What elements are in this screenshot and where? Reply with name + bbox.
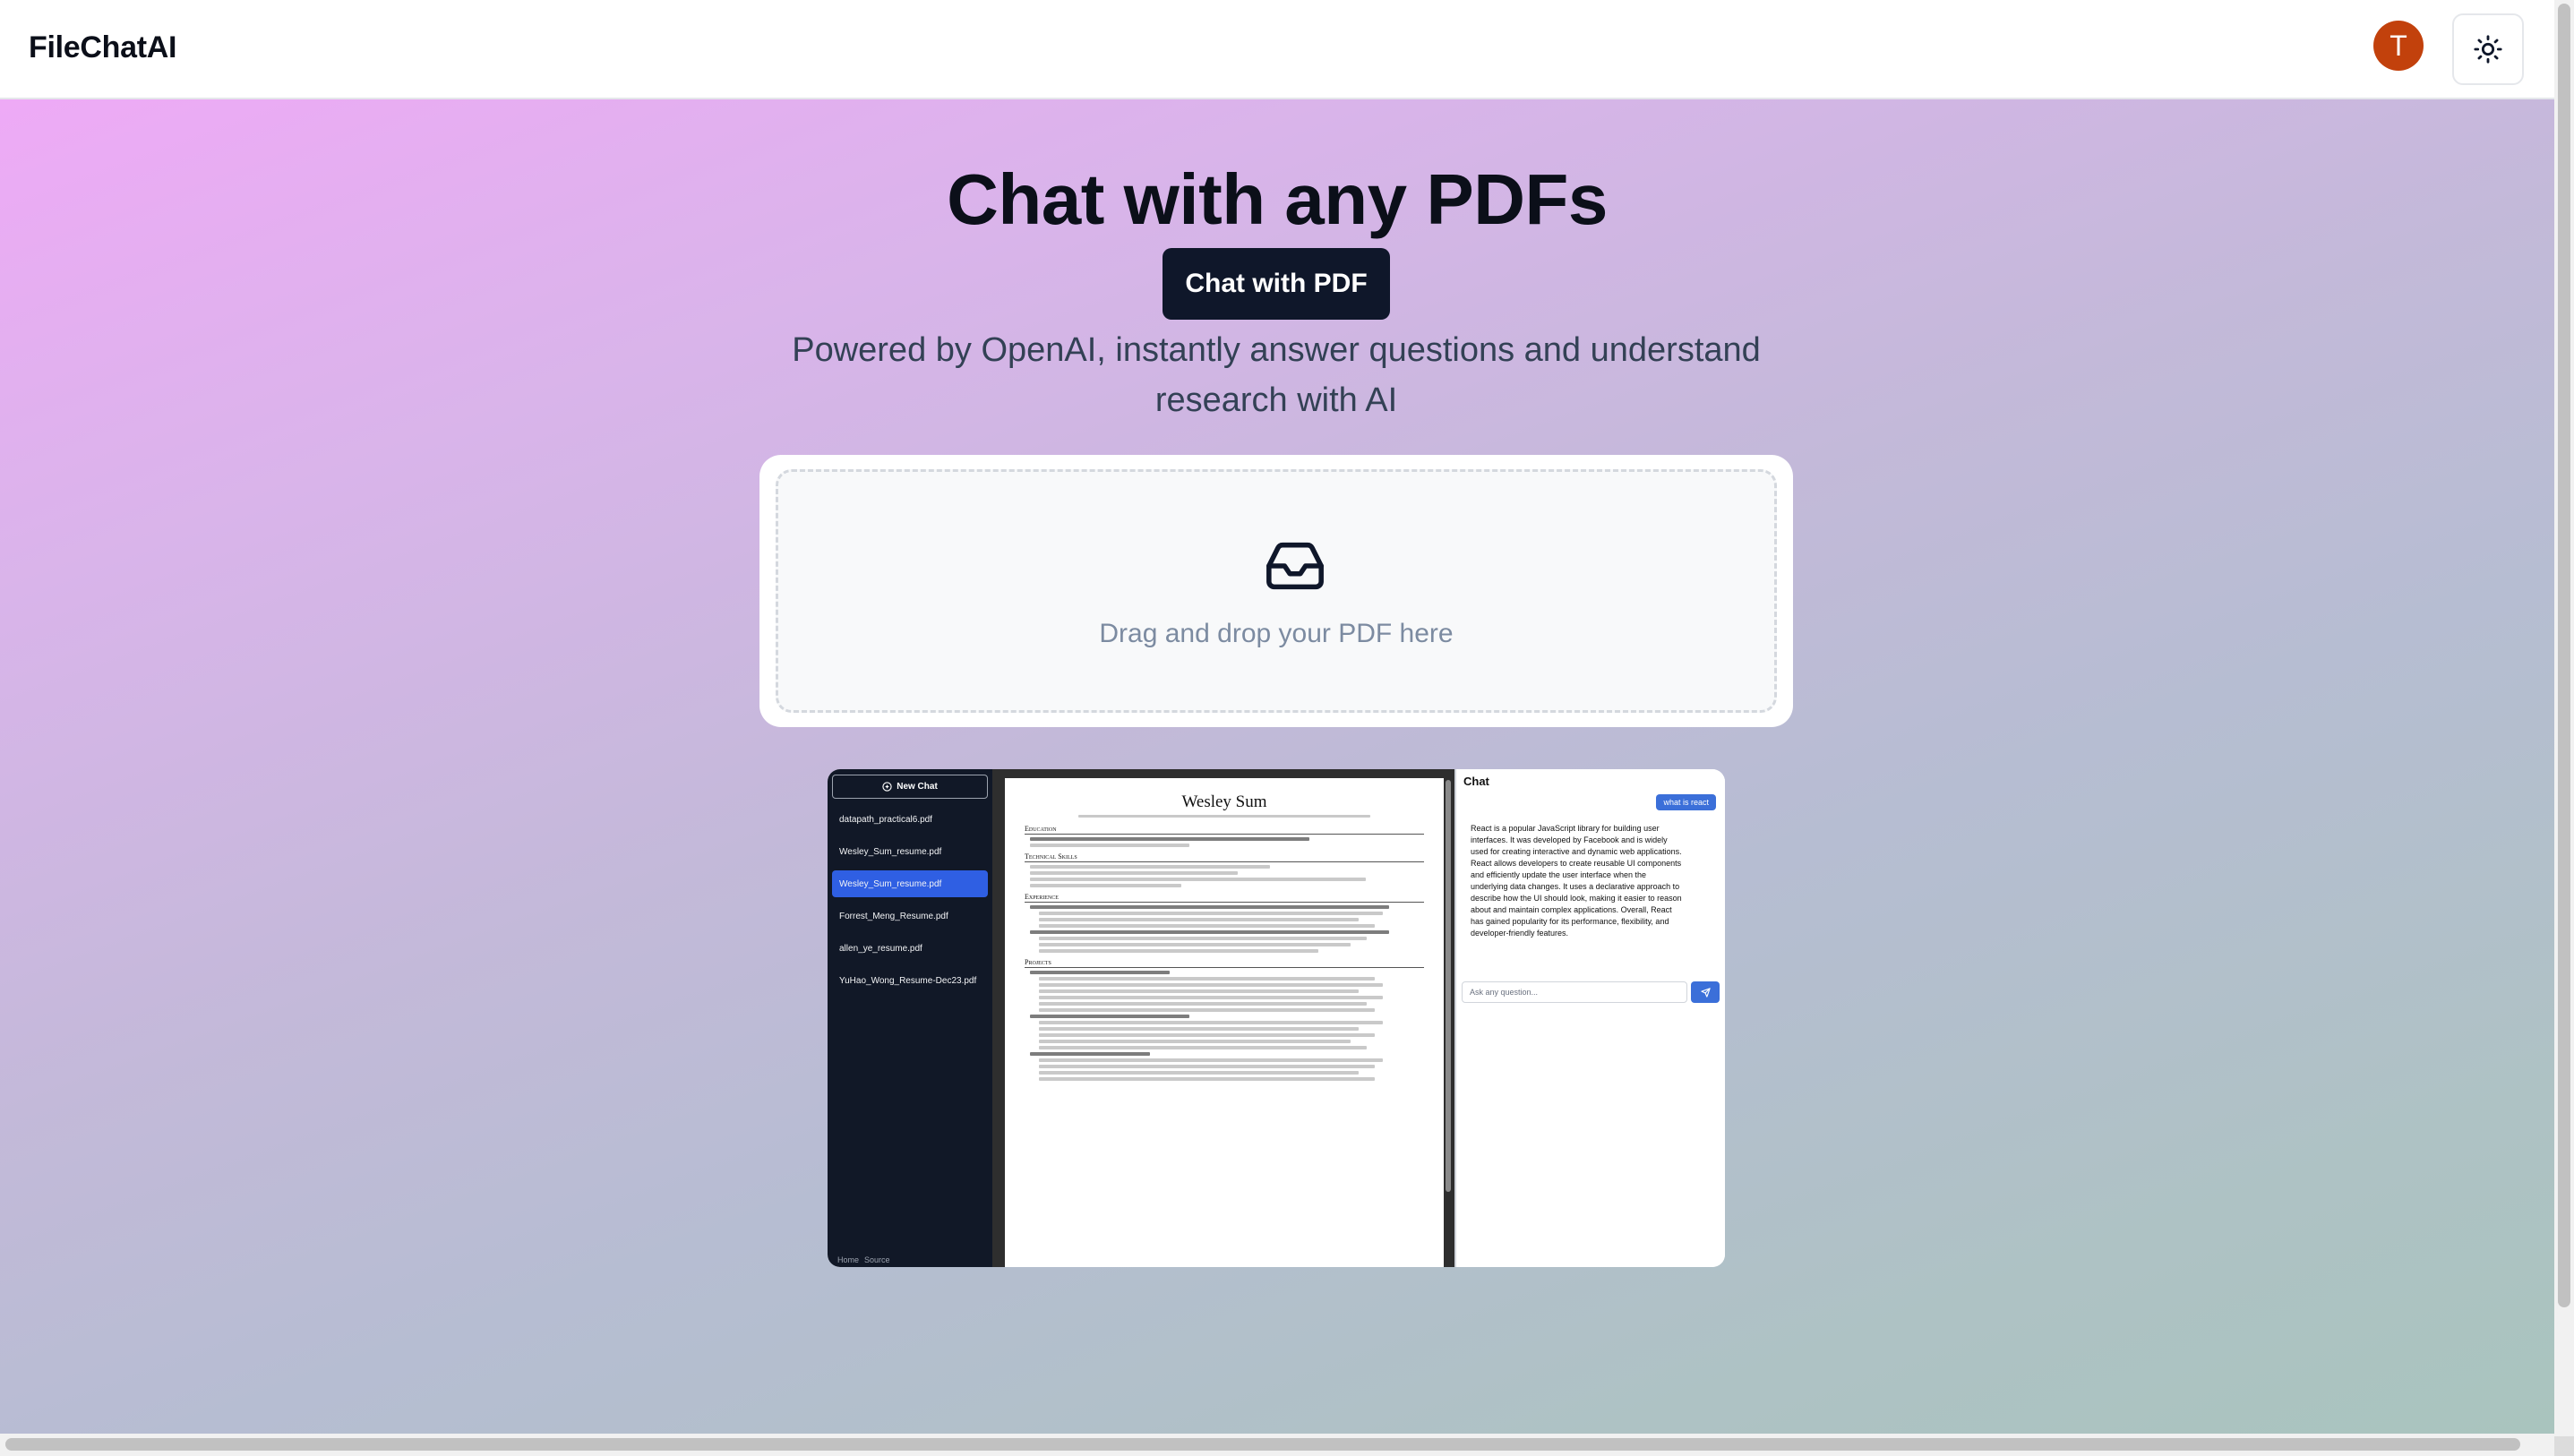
preview-file-item: Wesley_Sum_resume.pdf [839,846,942,857]
horizontal-scrollbar-thumb[interactable] [5,1438,2520,1451]
hero-section: Chat with any PDFs Chat with PDF Powered… [0,99,2554,1434]
preview-text-line [1039,918,1359,921]
send-icon [1700,987,1711,998]
preview-text-line [1039,1008,1375,1012]
preview-pdf-page: Wesley Sum Education Technical Skills Ex… [1005,778,1444,1267]
brand-logo[interactable]: FileChatAI [29,30,176,65]
preview-text-line [1039,1077,1375,1081]
preview-text-line [1039,1021,1383,1024]
preview-resume-section: Projects [1025,958,1424,968]
preview-assistant-message: React is a popular JavaScript library fo… [1471,824,1682,938]
preview-text-line [1039,1065,1375,1068]
preview-text-line [1039,912,1383,915]
inbox-icon [1266,542,1324,590]
preview-text-line [1030,837,1310,841]
preview-text-line [1039,996,1383,999]
preview-resume-section: Education [1025,825,1424,835]
preview-text-line [1039,983,1383,987]
preview-text-line [1039,1046,1367,1049]
preview-file-item: YuHao_Wong_Resume-Dec23.pdf [839,975,977,986]
preview-home-link: Home [837,1255,860,1264]
preview-text-line [1030,1052,1150,1056]
preview-text-line [1039,924,1375,928]
preview-text-line [1030,1015,1190,1018]
preview-text-line [1039,1071,1359,1075]
preview-send-button [1691,981,1720,1003]
theme-toggle-button[interactable] [2452,13,2524,85]
preview-text-line [1039,1027,1359,1031]
preview-text-line [1030,844,1190,847]
preview-text-line [1030,865,1270,869]
preview-file-item: allen_ye_resume.pdf [839,943,922,954]
preview-resume-name: Wesley Sum [1181,792,1267,811]
preview-text-line [1039,989,1359,993]
preview-sidebar: New Chat datapath_practical6.pdf Wesley_… [828,769,992,1267]
preview-text-line [1030,871,1238,875]
chat-with-pdf-button[interactable]: Chat with PDF [1163,248,1390,320]
user-avatar[interactable]: T [2373,21,2424,71]
vertical-scrollbar-thumb[interactable] [2558,4,2570,1307]
preview-file-item: datapath_practical6.pdf [839,814,932,825]
preview-new-chat-label: New Chat [897,782,938,792]
preview-pdf-scrollbar [1446,780,1451,1192]
preview-resume-section: Experience [1025,893,1424,903]
preview-text-line [1039,1002,1367,1006]
pdf-dropzone[interactable]: Drag and drop your PDF here [776,469,1777,713]
preview-file-item-active: Wesley_Sum_resume.pdf [832,870,988,897]
dropzone-text: Drag and drop your PDF here [1099,619,1454,648]
preview-text-line [1030,905,1390,909]
preview-text-line [1039,977,1375,981]
preview-text-line [1039,1033,1375,1037]
preview-text-line [1039,1040,1351,1043]
preview-text-line [1030,884,1182,887]
preview-file-item: Forrest_Meng_Resume.pdf [839,911,948,921]
preview-sidebar-footer: Home Source [837,1255,890,1264]
preview-resume-section: Technical Skills [1025,852,1424,862]
sun-icon [2474,35,2502,64]
top-navbar: FileChatAI T [0,0,2554,99]
hero-subtitle: Powered by OpenAI, instantly answer ques… [792,331,1761,419]
upload-card: Drag and drop your PDF here [759,455,1793,727]
preview-text-line [1039,937,1367,940]
plus-circle-icon [882,782,892,792]
hero-title: Chat with any PDFs [947,159,1608,239]
preview-chat-panel: Chat what is react React is a popular Ja… [1454,769,1725,1267]
preview-text-line [1039,943,1351,946]
scrollbar-corner [2554,1436,2574,1456]
preview-text-line [1030,971,1171,974]
preview-chat-title: Chat [1463,775,1489,788]
preview-text-line [1039,949,1319,953]
app-preview-image: New Chat datapath_practical6.pdf Wesley_… [828,769,1725,1267]
preview-new-chat-button: New Chat [832,775,988,799]
preview-text-line [1030,930,1390,934]
preview-source-link: Source [864,1255,890,1264]
preview-pdf-viewer: Wesley Sum Education Technical Skills Ex… [992,769,1454,1267]
preview-text-line [1030,878,1366,881]
preview-user-message: what is react [1656,794,1716,810]
preview-resume-contact [1078,815,1370,818]
preview-chat-input: Ask any question... [1462,981,1687,1003]
preview-text-line [1039,1058,1383,1062]
